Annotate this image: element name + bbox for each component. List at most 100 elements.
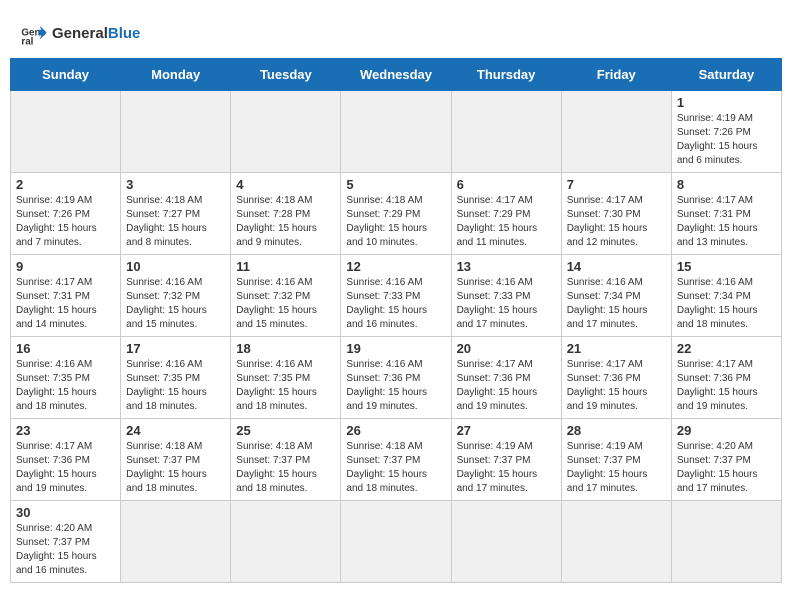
day-info: Sunrise: 4:16 AM Sunset: 7:35 PM Dayligh… [126, 358, 225, 414]
day-info: Sunrise: 4:18 AM Sunset: 7:28 PM Dayligh… [236, 194, 335, 250]
header-tuesday: Tuesday [231, 59, 341, 91]
calendar-cell [451, 91, 561, 173]
calendar-cell: 29 Sunrise: 4:20 AM Sunset: 7:37 PM Dayli… [671, 419, 781, 501]
calendar-cell: 9 Sunrise: 4:17 AM Sunset: 7:31 PM Daylig… [11, 255, 121, 337]
calendar-cell: 21Sunrise: 4:17 AM Sunset: 7:36 PM Dayli… [561, 337, 671, 419]
calendar-cell [561, 91, 671, 173]
calendar-cell: 25Sunrise: 4:18 AM Sunset: 7:37 PM Dayli… [231, 419, 341, 501]
day-number: 18 [236, 341, 335, 356]
calendar-cell: 15 Sunrise: 4:16 AM Sunset: 7:34 PM Dayli… [671, 255, 781, 337]
day-info: Sunrise: 4:17 AM Sunset: 7:31 PM Dayligh… [16, 276, 115, 332]
day-info: Sunrise: 4:16 AM Sunset: 7:34 PM Dayligh… [677, 276, 776, 332]
day-number: 22 [677, 341, 776, 356]
day-info: Sunrise: 4:18 AM Sunset: 7:27 PM Dayligh… [126, 194, 225, 250]
header-saturday: Saturday [671, 59, 781, 91]
calendar-cell [561, 501, 671, 583]
day-info: Sunrise: 4:19 AM Sunset: 7:37 PM Dayligh… [567, 440, 666, 496]
calendar-cell [341, 501, 451, 583]
day-number: 30 [16, 505, 115, 520]
calendar-cell: 11 Sunrise: 4:16 AM Sunset: 7:32 PM Dayli… [231, 255, 341, 337]
day-number: 20 [457, 341, 556, 356]
day-info: Sunrise: 4:18 AM Sunset: 7:29 PM Dayligh… [346, 194, 445, 250]
day-info: Sunrise: 4:17 AM Sunset: 7:36 PM Dayligh… [677, 358, 776, 414]
day-number: 12 [346, 259, 445, 274]
day-info: Sunrise: 4:19 AM Sunset: 7:37 PM Dayligh… [457, 440, 556, 496]
day-info: Sunrise: 4:20 AM Sunset: 7:37 PM Dayligh… [677, 440, 776, 496]
calendar-cell: 12Sunrise: 4:16 AM Sunset: 7:33 PM Dayli… [341, 255, 451, 337]
day-number: 13 [457, 259, 556, 274]
day-info: Sunrise: 4:17 AM Sunset: 7:30 PM Dayligh… [567, 194, 666, 250]
calendar-cell: 22 Sunrise: 4:17 AM Sunset: 7:36 PM Dayli… [671, 337, 781, 419]
day-number: 27 [457, 423, 556, 438]
calendar-cell: 1Sunrise: 4:19 AM Sunset: 7:26 PM Daylig… [671, 91, 781, 173]
day-number: 28 [567, 423, 666, 438]
day-info: Sunrise: 4:17 AM Sunset: 7:29 PM Dayligh… [457, 194, 556, 250]
calendar-cell [121, 91, 231, 173]
day-number: 25 [236, 423, 335, 438]
calendar-cell: 4Sunrise: 4:18 AM Sunset: 7:28 PM Daylig… [231, 173, 341, 255]
day-info: Sunrise: 4:16 AM Sunset: 7:34 PM Dayligh… [567, 276, 666, 332]
day-number: 16 [16, 341, 115, 356]
calendar-cell: 30 Sunrise: 4:20 AM Sunset: 7:37 PM Dayli… [11, 501, 121, 583]
day-info: Sunrise: 4:20 AM Sunset: 7:37 PM Dayligh… [16, 522, 115, 578]
day-number: 26 [346, 423, 445, 438]
day-info: Sunrise: 4:17 AM Sunset: 7:36 PM Dayligh… [457, 358, 556, 414]
calendar-cell [231, 91, 341, 173]
day-number: 14 [567, 259, 666, 274]
calendar-cell: 8 Sunrise: 4:17 AM Sunset: 7:31 PM Daylig… [671, 173, 781, 255]
day-info: Sunrise: 4:18 AM Sunset: 7:37 PM Dayligh… [346, 440, 445, 496]
calendar-table: Sunday Monday Tuesday Wednesday Thursday… [10, 58, 782, 583]
calendar-cell: 3 Sunrise: 4:18 AM Sunset: 7:27 PM Daylig… [121, 173, 231, 255]
day-number: 11 [236, 259, 335, 274]
logo-icon: Gene ral [20, 20, 48, 48]
calendar-cell [671, 501, 781, 583]
svg-text:ral: ral [21, 37, 33, 48]
calendar-cell: 24 Sunrise: 4:18 AM Sunset: 7:37 PM Dayli… [121, 419, 231, 501]
day-number: 7 [567, 177, 666, 192]
day-info: Sunrise: 4:17 AM Sunset: 7:36 PM Dayligh… [16, 440, 115, 496]
day-info: Sunrise: 4:16 AM Sunset: 7:35 PM Dayligh… [16, 358, 115, 414]
day-number: 8 [677, 177, 776, 192]
calendar-cell: 19 Sunrise: 4:16 AM Sunset: 7:36 PM Dayli… [341, 337, 451, 419]
calendar-cell: 2Sunrise: 4:19 AM Sunset: 7:26 PM Daylig… [11, 173, 121, 255]
calendar-cell: 17Sunrise: 4:16 AM Sunset: 7:35 PM Dayli… [121, 337, 231, 419]
day-number: 23 [16, 423, 115, 438]
day-info: Sunrise: 4:17 AM Sunset: 7:31 PM Dayligh… [677, 194, 776, 250]
calendar-cell: 5Sunrise: 4:18 AM Sunset: 7:29 PM Daylig… [341, 173, 451, 255]
day-number: 2 [16, 177, 115, 192]
logo-blue: Blue [108, 25, 141, 42]
day-info: Sunrise: 4:16 AM Sunset: 7:36 PM Dayligh… [346, 358, 445, 414]
day-number: 19 [346, 341, 445, 356]
logo: Gene ral GeneralBlue [20, 20, 140, 48]
calendar-cell [231, 501, 341, 583]
day-number: 29 [677, 423, 776, 438]
weekday-header-row: Sunday Monday Tuesday Wednesday Thursday… [11, 59, 782, 91]
header-thursday: Thursday [451, 59, 561, 91]
header: Gene ral GeneralBlue [10, 10, 782, 58]
calendar-cell: 20 Sunrise: 4:17 AM Sunset: 7:36 PM Dayli… [451, 337, 561, 419]
logo-general: General [52, 25, 108, 42]
day-number: 6 [457, 177, 556, 192]
day-info: Sunrise: 4:18 AM Sunset: 7:37 PM Dayligh… [126, 440, 225, 496]
calendar-cell: 7 Sunrise: 4:17 AM Sunset: 7:30 PM Daylig… [561, 173, 671, 255]
calendar-cell: 13 Sunrise: 4:16 AM Sunset: 7:33 PM Dayli… [451, 255, 561, 337]
day-number: 3 [126, 177, 225, 192]
day-info: Sunrise: 4:16 AM Sunset: 7:32 PM Dayligh… [236, 276, 335, 332]
day-number: 24 [126, 423, 225, 438]
day-info: Sunrise: 4:16 AM Sunset: 7:33 PM Dayligh… [457, 276, 556, 332]
calendar-cell: 6 Sunrise: 4:17 AM Sunset: 7:29 PM Daylig… [451, 173, 561, 255]
day-info: Sunrise: 4:16 AM Sunset: 7:32 PM Dayligh… [126, 276, 225, 332]
calendar-cell: 27 Sunrise: 4:19 AM Sunset: 7:37 PM Dayli… [451, 419, 561, 501]
day-number: 15 [677, 259, 776, 274]
calendar-cell: 28 Sunrise: 4:19 AM Sunset: 7:37 PM Dayli… [561, 419, 671, 501]
day-info: Sunrise: 4:19 AM Sunset: 7:26 PM Dayligh… [677, 112, 776, 168]
calendar-cell [11, 91, 121, 173]
day-info: Sunrise: 4:16 AM Sunset: 7:35 PM Dayligh… [236, 358, 335, 414]
calendar-cell: 14 Sunrise: 4:16 AM Sunset: 7:34 PM Dayli… [561, 255, 671, 337]
header-friday: Friday [561, 59, 671, 91]
header-sunday: Sunday [11, 59, 121, 91]
day-number: 10 [126, 259, 225, 274]
calendar-cell [341, 91, 451, 173]
day-number: 9 [16, 259, 115, 274]
calendar-cell: 26 Sunrise: 4:18 AM Sunset: 7:37 PM Dayli… [341, 419, 451, 501]
